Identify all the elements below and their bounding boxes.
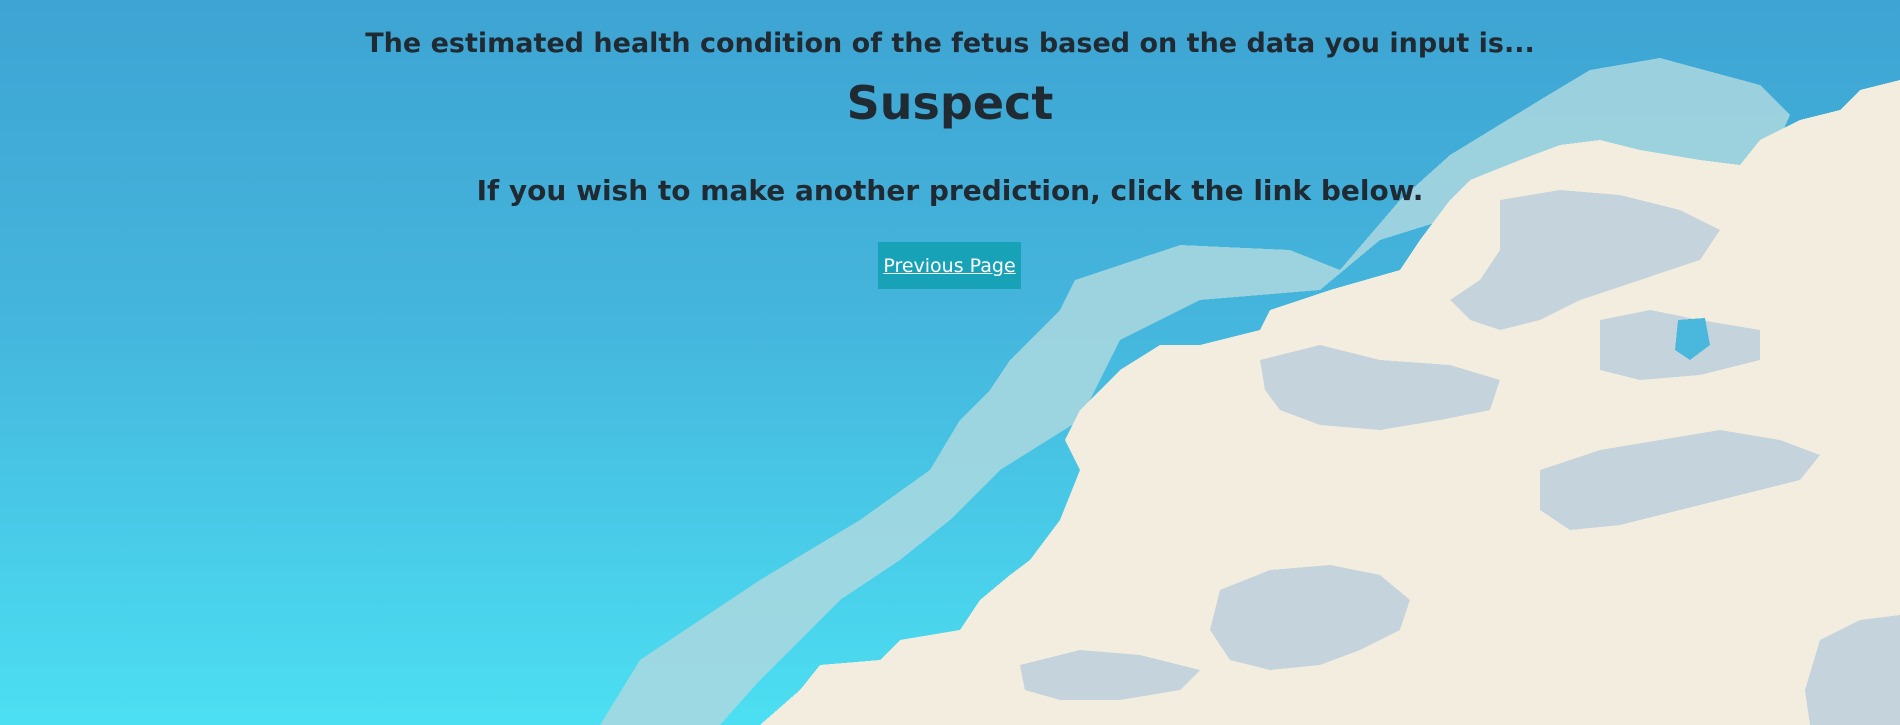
prediction-result: Suspect [846,76,1054,130]
intro-text: The estimated health condition of the fe… [365,28,1535,59]
previous-page-button[interactable]: Previous Page [878,242,1021,289]
hint-text: If you wish to make another prediction, … [476,174,1424,207]
